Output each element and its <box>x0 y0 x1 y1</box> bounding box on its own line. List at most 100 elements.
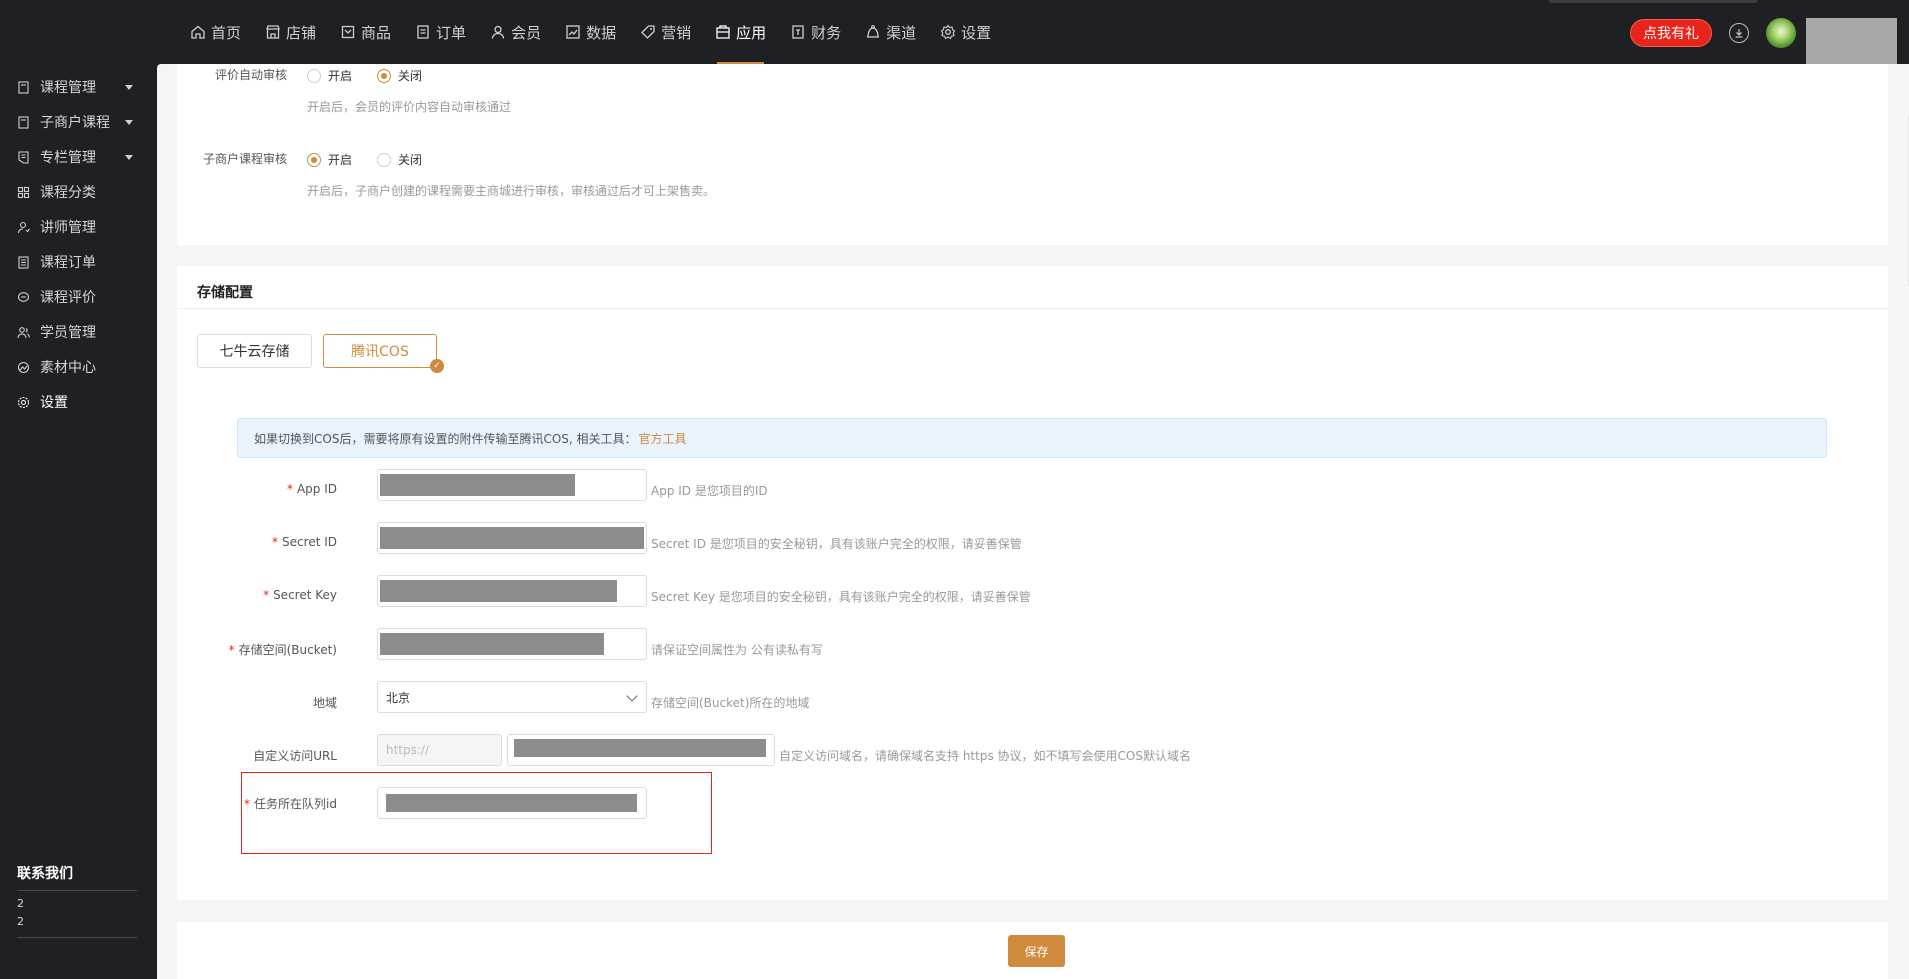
caret-down-icon <box>125 155 133 160</box>
required-mark: * <box>263 588 270 602</box>
sidebar-item-sub-merchant-course[interactable]: 子商户课程 <box>0 108 157 136</box>
secret-key-hint: Secret Key 是您项目的安全秘钥，具有该账户完全的权限，请妥善保管 <box>651 590 1031 604</box>
gear-icon <box>940 24 956 40</box>
region-select[interactable]: 北京 <box>377 681 647 713</box>
region-label: 地域 <box>312 696 337 710</box>
auto-review-off-radio[interactable]: 关闭 <box>377 67 422 84</box>
nav-member-label: 会员 <box>511 23 542 42</box>
avatar[interactable] <box>1766 18 1796 48</box>
nav-app[interactable]: 应用 <box>703 0 778 64</box>
radio-circle <box>377 152 391 167</box>
custom-url-input[interactable] <box>507 734 775 766</box>
sidebar-item-label: 设置 <box>40 395 68 411</box>
label-text: App ID <box>296 482 337 496</box>
book-icon <box>17 80 30 94</box>
official-tool-link[interactable]: 官方工具 <box>639 430 687 447</box>
chart-icon <box>565 24 581 40</box>
check-icon: ✓ <box>430 359 444 373</box>
user-info-redacted[interactable] <box>1806 18 1897 64</box>
nav-goods[interactable]: 商品 <box>328 0 403 64</box>
nav-marketing-label: 营销 <box>661 23 692 42</box>
tab-qiniu[interactable]: 七牛云存储 <box>197 334 312 368</box>
nav-order[interactable]: 订单 <box>403 0 478 64</box>
sidebar-item-label: 素材中心 <box>40 360 96 376</box>
sidebar-item-label: 专栏管理 <box>40 150 96 166</box>
column-icon <box>17 150 30 164</box>
sidebar-item-teacher-management[interactable]: 讲师管理 <box>0 213 157 241</box>
redacted-value <box>380 580 617 602</box>
sidebar-item-course-management[interactable]: 课程管理 <box>0 73 157 101</box>
main-content: 评价自动审核 开启 关闭 开启后，会员的评价内容自动审核通过 子商户课程审核 开… <box>157 64 1909 979</box>
contact-title: 联系我们 <box>17 866 73 882</box>
gift-button[interactable]: 点我有礼 <box>1630 19 1712 47</box>
save-button[interactable]: 保存 <box>1008 935 1065 967</box>
bucket-label: * 存储空间(Bucket) <box>197 641 337 658</box>
region-hint: 存储空间(Bucket)所在的地域 <box>651 696 810 710</box>
caret-down-icon <box>125 85 133 90</box>
nav-channel-label: 渠道 <box>886 23 917 42</box>
nav-store-label: 店铺 <box>286 23 317 42</box>
bucket-input[interactable] <box>377 628 647 660</box>
sidebar-item-label: 课程订单 <box>40 255 96 271</box>
secret-id-hint: Secret ID 是您项目的安全秘钥，具有该账户完全的权限，请妥善保管 <box>651 537 1022 551</box>
nav-app-label: 应用 <box>736 23 767 42</box>
grid-icon <box>17 186 30 199</box>
nav-settings[interactable]: 设置 <box>928 0 1003 64</box>
nav-member[interactable]: 会员 <box>478 0 553 64</box>
sidebar-item-course-category[interactable]: 课程分类 <box>0 178 157 206</box>
radio-label: 关闭 <box>398 69 423 83</box>
app-id-input[interactable] <box>377 469 647 501</box>
contact-divider <box>17 890 137 891</box>
sidebar-item-material-center[interactable]: 素材中心 <box>0 353 157 381</box>
nav-order-label: 订单 <box>436 23 467 42</box>
url-protocol-prefix: https:// <box>377 734 502 766</box>
channel-icon <box>865 24 881 40</box>
redacted-value <box>380 633 604 655</box>
sidebar-item-course-review[interactable]: 课程评价 <box>0 283 157 311</box>
sidebar-item-settings[interactable]: 设置 <box>0 388 157 416</box>
sub-review-off-radio[interactable]: 关闭 <box>377 151 422 168</box>
sidebar-item-label: 子商户课程 <box>40 115 110 131</box>
sub-review-on-radio[interactable]: 开启 <box>307 151 352 168</box>
sidebar-item-column-management[interactable]: 专栏管理 <box>0 143 157 171</box>
home-icon <box>190 24 206 40</box>
custom-url-label: 自定义访问URL <box>253 749 337 763</box>
sub-merchant-review-label: 子商户课程审核 <box>202 152 287 166</box>
auto-review-on-radio[interactable]: 开启 <box>307 67 352 84</box>
secret-id-input[interactable] <box>377 522 647 554</box>
download-button[interactable] <box>1729 23 1749 43</box>
nav-finance[interactable]: 财务 <box>778 0 853 64</box>
app-id-label: * App ID <box>197 482 337 496</box>
sidebar: 课程管理 子商户课程 专栏管理 课程分类 讲师管理 课程订单 课程评价 学员管理… <box>0 64 157 979</box>
nav-store[interactable]: 店铺 <box>253 0 328 64</box>
top-navbar: 首页 店铺 商品 订单 会员 数据 营销 应用 财务 渠道 设置 点我有礼 <box>0 0 1909 64</box>
app-id-hint: App ID 是您项目的ID <box>651 484 768 498</box>
required-mark: * <box>286 482 293 496</box>
gear-icon <box>17 396 30 409</box>
chevron-down-icon <box>626 690 638 702</box>
nav-data[interactable]: 数据 <box>553 0 628 64</box>
review-settings-card: 评价自动审核 开启 关闭 开启后，会员的评价内容自动审核通过 子商户课程审核 开… <box>177 64 1888 245</box>
nav-settings-label: 设置 <box>961 23 992 42</box>
nav-goods-label: 商品 <box>361 23 392 42</box>
secret-key-label: * Secret Key <box>197 588 337 602</box>
bucket-hint: 请保证空间属性为 公有读私有写 <box>651 643 823 657</box>
comment-icon <box>17 291 30 304</box>
nav-home[interactable]: 首页 <box>178 0 253 64</box>
sidebar-item-label: 学员管理 <box>40 325 96 341</box>
tab-tencent-cos[interactable]: 腾讯COS <box>323 334 437 368</box>
sidebar-item-student-management[interactable]: 学员管理 <box>0 318 157 346</box>
sidebar-item-course-order[interactable]: 课程订单 <box>0 248 157 276</box>
sidebar-item-label: 课程管理 <box>40 80 96 96</box>
book-icon <box>17 115 30 129</box>
nav-channel[interactable]: 渠道 <box>853 0 928 64</box>
teacher-icon <box>17 221 30 234</box>
material-icon <box>17 361 30 374</box>
nav-marketing[interactable]: 营销 <box>628 0 703 64</box>
secret-key-input[interactable] <box>377 575 647 607</box>
storage-title: 存储配置 <box>197 285 253 301</box>
label-text: 存储空间(Bucket) <box>238 643 337 657</box>
custom-url-hint: 自定义访问域名，请确保域名支持 https 协议，如不填写会使用COS默认域名 <box>779 749 1191 763</box>
caret-down-icon <box>125 120 133 125</box>
member-icon <box>490 24 506 40</box>
